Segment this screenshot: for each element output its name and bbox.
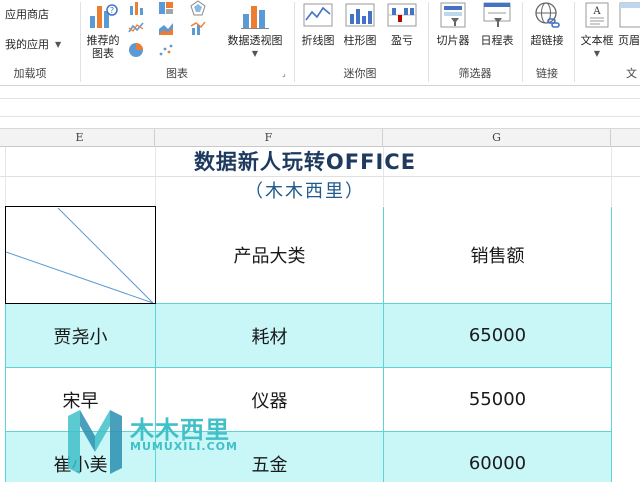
sparkline-column-label: 柱形图 <box>343 34 377 47</box>
recommended-label-1: 推荐的 <box>86 34 120 47</box>
column-header-g[interactable]: G <box>383 129 611 147</box>
header-cell-sales[interactable]: 销售额 <box>383 206 612 304</box>
radar-chart-icon[interactable] <box>190 0 206 16</box>
header-footer-label: 页眉 <box>618 34 640 47</box>
textbox-button[interactable]: A 文本框 ▼ <box>576 0 618 64</box>
hierarchy-chart-icon[interactable] <box>158 0 174 16</box>
recommended-chart-icon: ? <box>90 4 118 28</box>
table-row: 贾尧小 耗材 65000 <box>5 303 612 368</box>
header-footer-icon <box>619 2 640 28</box>
sparkline-line-button[interactable]: 折线图 <box>298 0 338 64</box>
pivot-chart-button[interactable]: 数据透视图 ▼ <box>224 0 286 64</box>
hyperlink-button[interactable]: 超链接 <box>526 0 568 64</box>
column-header-e[interactable]: E <box>5 129 155 147</box>
combo-chart-icon[interactable] <box>190 20 206 36</box>
separator-line <box>0 98 640 99</box>
diagonal-header-cell[interactable] <box>5 206 156 304</box>
header-footer-button[interactable]: 页眉 <box>618 0 640 64</box>
sparkline-line-icon <box>303 3 333 27</box>
store-button[interactable]: 应用商店 <box>0 5 49 23</box>
group-divider <box>80 2 81 82</box>
sparkline-column-icon <box>345 3 375 27</box>
sparklines-group-label: 迷你图 <box>343 67 377 80</box>
sparkline-column-button[interactable]: 柱形图 <box>340 0 380 64</box>
sparkline-winloss-label: 盈亏 <box>391 34 413 47</box>
recommended-label-2: 图表 <box>92 47 114 60</box>
sparkline-line-label: 折线图 <box>301 34 335 47</box>
sparkline-winloss-button[interactable]: 盈亏 <box>384 0 420 64</box>
my-apps-button[interactable]: 我的应用 ▼ <box>0 35 61 53</box>
dialog-launcher-icon[interactable]: ⌟ <box>282 70 290 78</box>
table-header-row: 产品大类 销售额 <box>5 206 612 304</box>
cell-sales[interactable]: 60000 <box>383 431 612 482</box>
column-chart-icon[interactable] <box>128 0 144 16</box>
recommended-charts-button[interactable]: ? 推荐的 图表 <box>82 0 124 64</box>
pivot-chart-label: 数据透视图 <box>227 34 283 47</box>
chevron-down-icon: ▼ <box>593 49 601 58</box>
watermark-text-en: MUMUXILI.COM <box>130 440 238 453</box>
textbox-icon: A <box>585 2 609 28</box>
group-divider <box>522 2 523 82</box>
cell-sales[interactable]: 55000 <box>383 367 612 432</box>
slicer-icon <box>440 2 466 28</box>
cell-name[interactable]: 贾尧小 <box>5 303 156 368</box>
svg-text:?: ? <box>110 6 114 15</box>
area-chart-icon[interactable] <box>158 20 174 36</box>
timeline-button[interactable]: 日程表 <box>476 0 518 64</box>
text-group-label: 文 <box>626 67 637 80</box>
hyperlink-icon <box>535 2 560 28</box>
pie-chart-icon[interactable] <box>128 42 144 58</box>
header-cell-category[interactable]: 产品大类 <box>155 206 384 304</box>
watermark-logo-icon <box>68 410 122 474</box>
textbox-label: 文本框 <box>580 34 614 47</box>
slicer-button[interactable]: 切片器 <box>432 0 474 64</box>
filters-group-label: 筛选器 <box>458 67 492 80</box>
chevron-down-icon: ▼ <box>251 49 259 58</box>
column-header-f[interactable]: F <box>155 129 383 147</box>
watermark: 木木西里 MUMUXILI.COM <box>66 406 238 482</box>
sheet-subtitle[interactable]: （木木西里） <box>0 177 610 206</box>
column-header-bar: E F G <box>0 128 640 147</box>
ribbon: 应用商店 我的应用 ▼ 加载项 ? 推荐的 图表 数据透视图 ▼ 图表 ⌟ 折线… <box>0 0 640 86</box>
slicer-label: 切片器 <box>436 34 470 47</box>
store-label: 应用商店 <box>5 8 49 21</box>
line-chart-icon[interactable] <box>128 20 144 36</box>
group-divider <box>574 2 575 82</box>
cell-category[interactable]: 耗材 <box>155 303 384 368</box>
timeline-label: 日程表 <box>480 34 514 47</box>
diagonal-lines-icon <box>6 207 154 303</box>
my-apps-label: 我的应用 <box>5 38 49 51</box>
group-divider <box>294 2 295 82</box>
links-group-label: 链接 <box>536 67 558 80</box>
timeline-icon <box>483 2 511 27</box>
charts-group-label: 图表 <box>166 67 188 80</box>
cell-sales[interactable]: 65000 <box>383 303 612 368</box>
formula-area <box>0 86 640 128</box>
addins-group-label: 加载项 <box>13 67 47 80</box>
scatter-chart-icon[interactable] <box>158 42 174 58</box>
sparkline-winloss-icon <box>387 3 417 27</box>
hyperlink-label: 超链接 <box>530 34 564 47</box>
sheet-title[interactable]: 数据新人玩转OFFICE <box>0 147 610 177</box>
svg-text:A: A <box>592 6 601 17</box>
pivot-chart-icon <box>241 6 269 29</box>
chevron-down-icon: ▼ <box>55 39 62 49</box>
group-divider <box>428 2 429 82</box>
separator-line <box>0 116 640 117</box>
